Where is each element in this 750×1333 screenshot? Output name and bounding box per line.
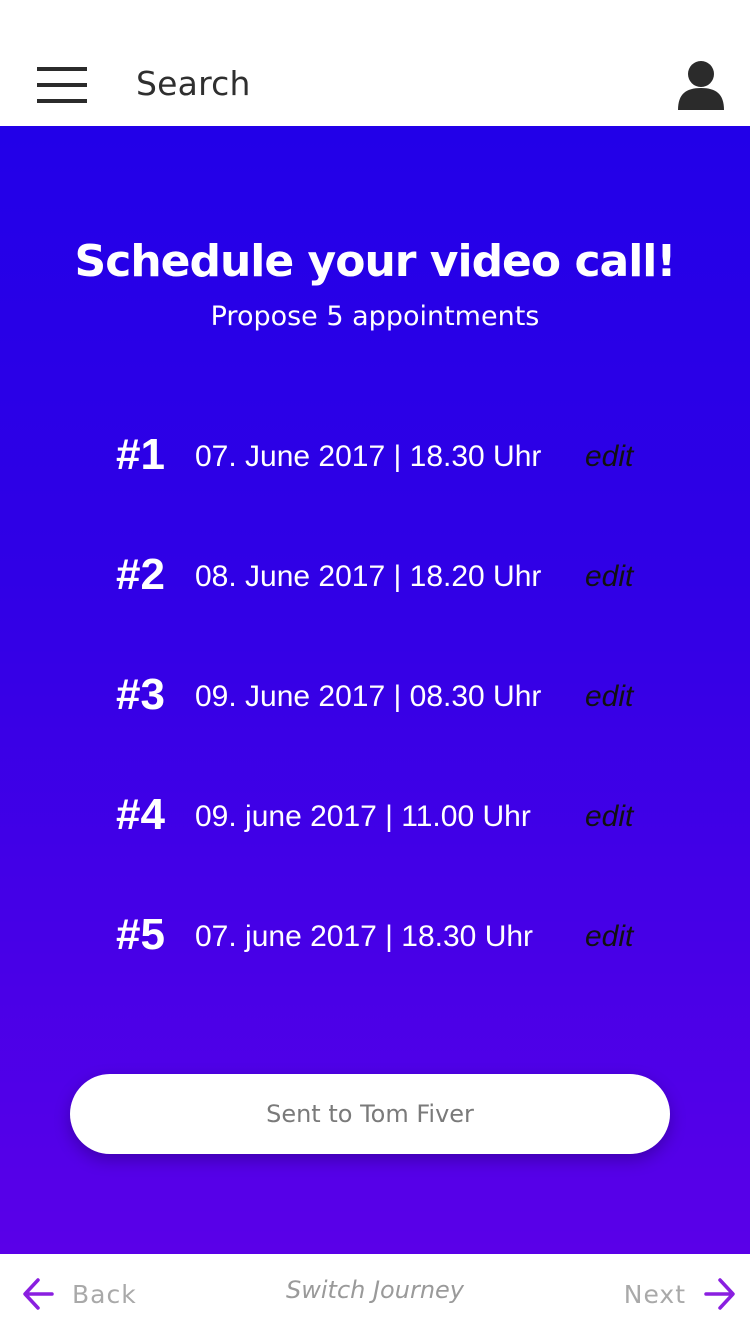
appointment-datetime: 07. june 2017 | 18.30 Uhr [195,920,534,953]
top-bar: Search [0,0,750,126]
appointment-datetime: 09. june 2017 | 11.00 Uhr [195,800,531,833]
schedule-panel: Schedule your video call! Propose 5 appo… [0,126,750,1254]
page-title: Schedule your video call! [74,236,677,287]
appointment-row: #3 09. June 2017 | 08.30 Uhr edit [0,670,750,730]
edit-link[interactable]: edit [585,680,633,714]
page-subtitle: Propose 5 appointments [210,301,540,332]
edit-link[interactable]: edit [585,440,633,474]
user-avatar-icon[interactable] [674,58,728,112]
appointment-datetime: 09. June 2017 | 08.30 Uhr [195,680,542,713]
switch-journey-link[interactable]: Switch Journey [286,1276,464,1304]
next-button[interactable]: Next [624,1276,736,1312]
next-label: Next [623,1279,686,1309]
appointment-number: #2 [116,550,165,599]
appointment-row: #5 07. june 2017 | 18.30 Uhr edit [0,910,750,970]
back-button[interactable]: Back [22,1276,137,1312]
appointment-datetime: 08. June 2017 | 18.20 Uhr [195,560,542,593]
appointment-datetime: 07. June 2017 | 18.30 Uhr [195,440,542,473]
send-button[interactable]: Sent to Tom Fiver [70,1074,670,1154]
arrow-right-icon [704,1278,735,1310]
edit-link[interactable]: edit [585,800,633,834]
edit-link[interactable]: edit [585,920,633,954]
appointment-number: #4 [116,790,165,839]
search-label[interactable]: Search [136,64,251,103]
hamburger-menu-icon[interactable] [37,67,87,103]
appointment-row: #2 08. June 2017 | 18.20 Uhr edit [0,550,750,610]
appointment-number: #1 [116,430,165,479]
arrow-left-icon [23,1278,54,1310]
appointment-number: #3 [116,670,165,719]
bottom-nav: Back Switch Journey Next [0,1254,750,1333]
back-label: Back [72,1279,137,1309]
appointment-number: #5 [116,910,165,959]
edit-link[interactable]: edit [585,560,633,594]
appointment-row: #1 07. June 2017 | 18.30 Uhr edit [0,430,750,490]
appointment-row: #4 09. june 2017 | 11.00 Uhr edit [0,790,750,850]
